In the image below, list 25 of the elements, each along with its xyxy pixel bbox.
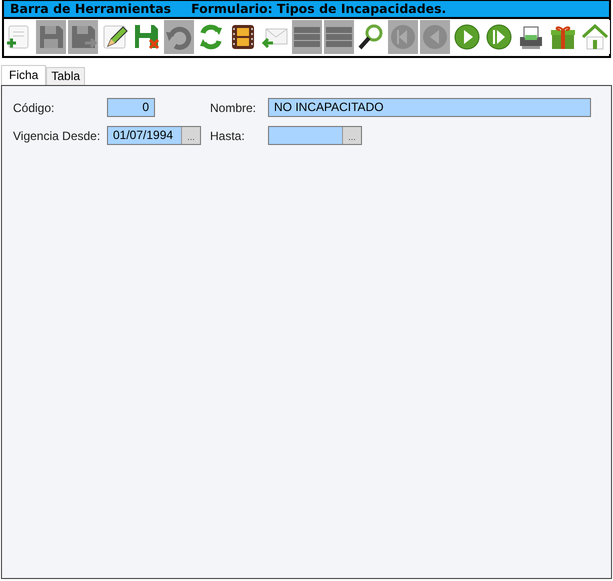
input-field[interactable]: 0 — [107, 98, 155, 117]
search-icon — [357, 23, 385, 51]
field-label: Código: — [13, 100, 56, 114]
picker-button[interactable]: ... — [342, 127, 361, 144]
date-field[interactable]: ... — [268, 126, 362, 145]
film-strip-icon — [229, 23, 257, 51]
form-title: Formulario: Tipos de Incapacidades. — [191, 1, 446, 17]
field-label: Nombre: — [210, 100, 258, 114]
play-icon — [453, 23, 481, 51]
date-field[interactable]: 01/07/1994 ... — [107, 126, 201, 145]
play-back-icon — [421, 23, 449, 51]
home-button[interactable] — [580, 20, 610, 54]
tab[interactable]: Ficha — [1, 65, 46, 85]
tab[interactable]: Tabla — [46, 67, 86, 85]
refresh-icon — [197, 23, 225, 51]
floppy-cross-icon — [133, 23, 161, 51]
pencil-icon — [101, 23, 129, 51]
toolbar-title: Barra de Herramientas — [10, 1, 172, 17]
field-label: Vigencia Desde: — [13, 128, 102, 142]
picker-button[interactable]: ... — [181, 127, 200, 144]
home-icon — [581, 23, 609, 51]
skip-back-icon — [389, 23, 417, 51]
field-label: Hasta: — [210, 128, 246, 142]
skip-forward-icon — [485, 23, 513, 51]
input-field[interactable]: NO INCAPACITADO — [268, 98, 591, 117]
